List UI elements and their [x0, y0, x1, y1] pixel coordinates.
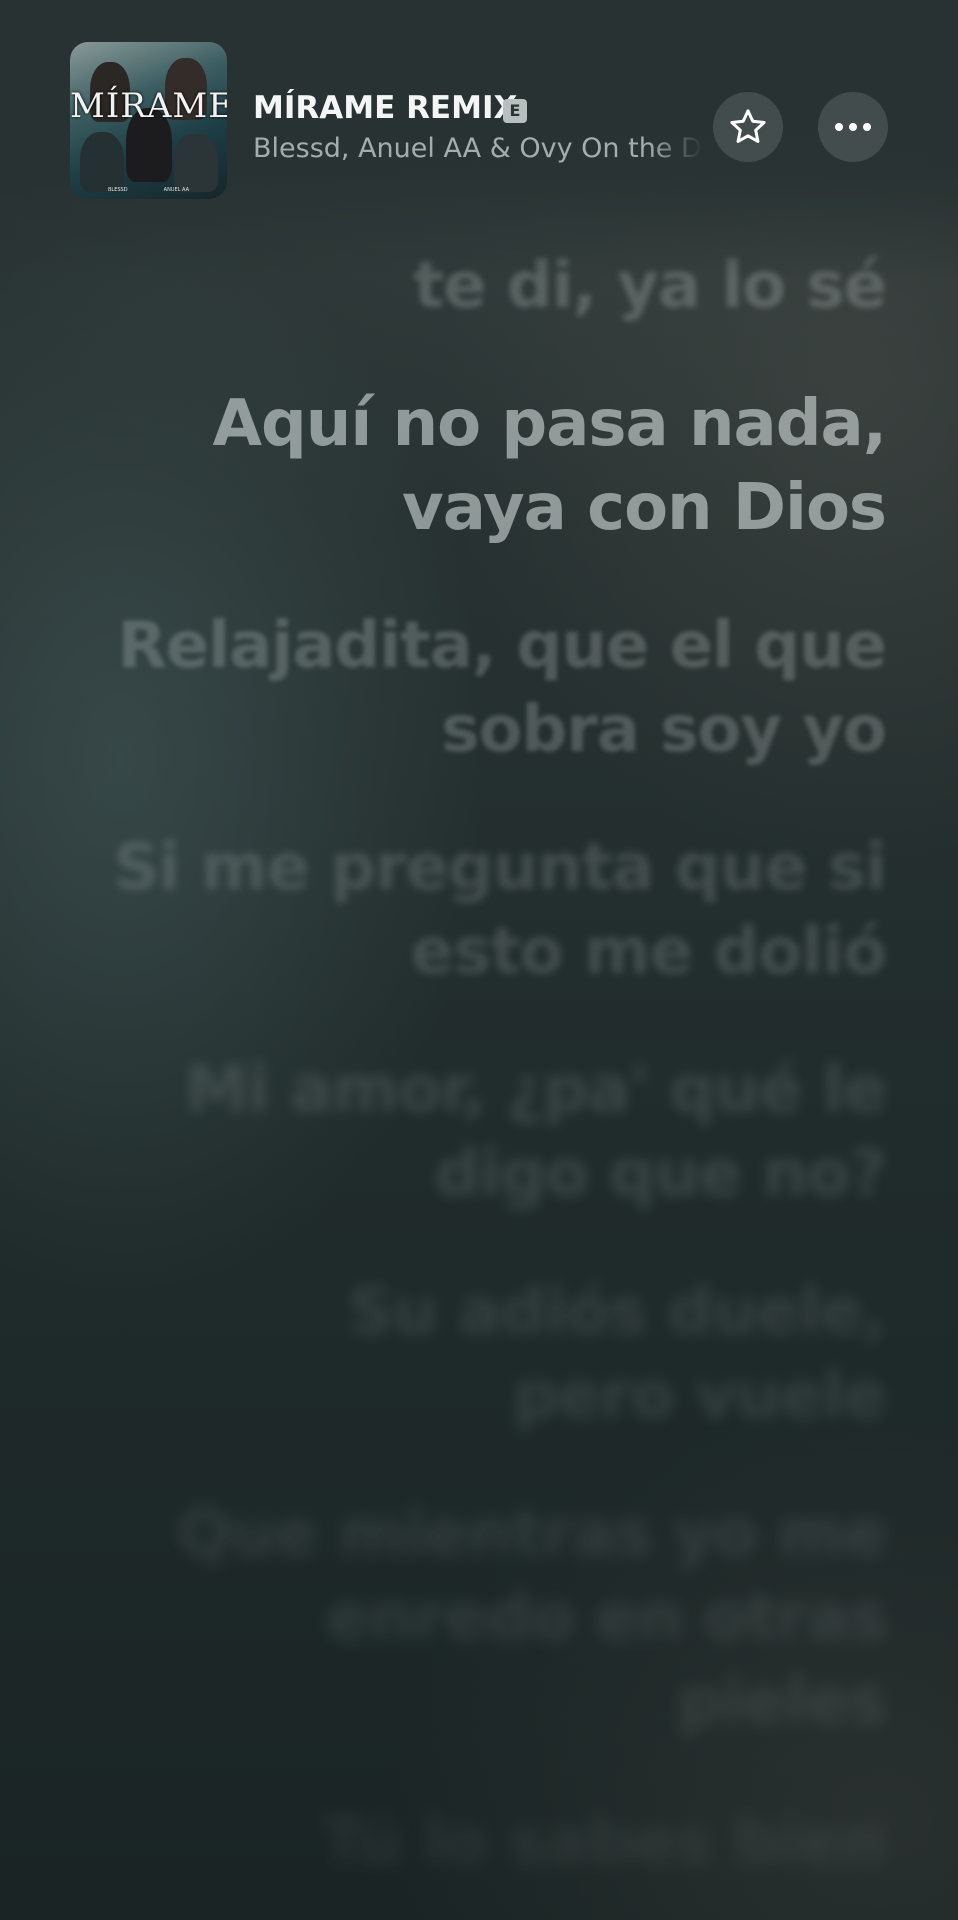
lyric-text: Su adiós duele, — [347, 1275, 887, 1349]
cover-artwork-figure — [174, 134, 218, 192]
lyric-text: pero vuele — [512, 1359, 887, 1433]
lyric-text: Mi amor, ¿pa' qué le — [185, 1053, 887, 1127]
lyric-text: vaya con Dios — [402, 471, 887, 545]
lyric-text: Si me pregunta que si — [113, 831, 887, 905]
lyric-line-current[interactable]: Aquí no pasa nada, vaya con Dios — [212, 382, 887, 550]
lyric-text: Aquí no pasa nada, — [212, 387, 887, 461]
cover-credit: ANUEL AA — [163, 187, 189, 193]
track-title[interactable]: MÍRAME REMIX — [253, 90, 517, 126]
lyric-line-upcoming[interactable]: Su adiós duele, pero vuele — [347, 1270, 887, 1438]
lyric-line-upcoming[interactable]: Que mientras yo me enredo en otras piele… — [176, 1492, 887, 1744]
lyric-line-past[interactable]: te di, ya lo sé — [414, 244, 887, 328]
lyric-line-upcoming[interactable]: Mi amor, ¿pa' qué le digo que no? — [185, 1048, 887, 1216]
lyric-text: te di, ya lo sé — [413, 249, 887, 323]
cover-credit: BLESSD — [108, 187, 128, 193]
lyric-text: pieles — [677, 1665, 887, 1739]
lyric-text: sobra soy yo — [441, 693, 887, 767]
lyrics-list[interactable]: te di, ya lo sé Aquí no pasa nada, vaya … — [0, 0, 958, 1920]
lyric-text: enredo en otras — [326, 1581, 887, 1655]
lyrics-screen: te di, ya lo sé Aquí no pasa nada, vaya … — [0, 0, 958, 1920]
lyric-line-upcoming[interactable]: Relajadita, que el que sobra soy yo — [117, 604, 887, 772]
lyric-text: Tú lo sabes bien — [321, 1805, 887, 1879]
now-playing-header: MÍRAME BLESSD ANUEL AA MÍRAME REMIX E Bl… — [0, 0, 958, 200]
lyric-text: esto me dolió — [410, 915, 887, 989]
lyric-line-upcoming[interactable]: Si me pregunta que si esto me dolió — [113, 826, 887, 994]
lyric-text: Relajadita, que el que — [117, 609, 887, 683]
album-cover[interactable]: MÍRAME BLESSD ANUEL AA — [70, 42, 227, 199]
ellipsis-icon — [835, 123, 871, 131]
cover-artwork-figure — [80, 132, 124, 192]
track-artists[interactable]: Blessd, Anuel AA & Ovy On the Drums — [253, 133, 703, 164]
more-options-button[interactable] — [818, 92, 888, 162]
explicit-badge: E — [503, 99, 527, 123]
lyric-text: Que mientras yo me — [176, 1497, 887, 1571]
favorite-button[interactable] — [713, 92, 783, 162]
star-icon — [730, 109, 766, 143]
cover-title: MÍRAME — [70, 86, 227, 126]
lyric-text: digo que no? — [434, 1137, 887, 1211]
lyric-line-upcoming[interactable]: Tú lo sabes bien — [321, 1800, 887, 1884]
